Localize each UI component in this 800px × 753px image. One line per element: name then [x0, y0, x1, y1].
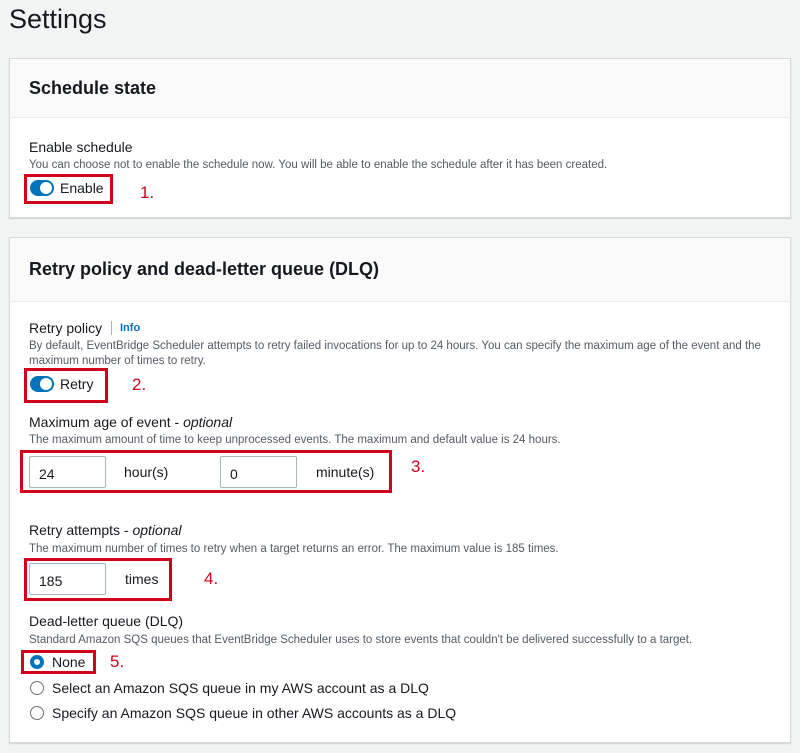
enable-schedule-label: Enable schedule — [29, 139, 133, 155]
dlq-description: Standard Amazon SQS queues that EventBri… — [29, 634, 693, 646]
retry-policy-info-link[interactable]: Info — [120, 322, 140, 334]
times-unit-label: times — [125, 571, 159, 587]
dlq-option-same-account-label[interactable]: Select an Amazon SQS queue in my AWS acc… — [52, 680, 429, 696]
annotation-marker-2: 2. — [132, 375, 147, 394]
page-title: Settings — [9, 4, 107, 34]
retry-attempts-label: Retry attempts - optional — [29, 522, 182, 538]
max-age-hours-input[interactable]: 24 — [29, 456, 106, 488]
annotation-marker-3: 3. — [411, 457, 426, 476]
dlq-option-other-account-label[interactable]: Specify an Amazon SQS queue in other AWS… — [52, 705, 456, 721]
retry-policy-header: Retry policy and dead-letter queue (DLQ) — [10, 238, 790, 302]
schedule-state-title: Schedule state — [29, 78, 157, 98]
dlq-option-same-account-radio[interactable] — [30, 681, 44, 695]
retry-policy-title: Retry policy and dead-letter queue (DLQ) — [29, 259, 380, 279]
schedule-state-header: Schedule state — [10, 59, 790, 118]
schedule-state-card: Schedule state Enable schedule You can c… — [9, 58, 791, 218]
dlq-option-other-account-radio[interactable] — [30, 706, 44, 720]
retry-attempts-label-text: Retry attempts - — [29, 522, 133, 538]
dlq-option-none-radio[interactable] — [30, 655, 44, 669]
dlq-label: Dead-letter queue (DLQ) — [29, 613, 184, 629]
annotation-marker-4: 4. — [204, 569, 219, 588]
dlq-option-none-label[interactable]: None — [52, 654, 85, 670]
annotation-marker-1: 1. — [140, 183, 155, 202]
retry-toggle[interactable] — [30, 376, 54, 392]
retry-attempts-description: The maximum number of times to retry whe… — [29, 543, 559, 555]
retry-policy-label: Retry policy — [29, 320, 103, 336]
enable-toggle-label: Enable — [60, 180, 104, 196]
minutes-unit-label: minute(s) — [316, 464, 375, 480]
max-age-minutes-input[interactable]: 0 — [220, 456, 297, 488]
max-age-description: The maximum amount of time to keep unpro… — [29, 434, 561, 446]
retry-policy-description: By default, EventBridge Scheduler attemp… — [29, 340, 761, 367]
hours-unit-label: hour(s) — [124, 464, 169, 480]
max-age-label-text: Maximum age of event - — [29, 414, 184, 430]
retry-toggle-label: Retry — [60, 376, 94, 392]
retry-attempts-input[interactable]: 185 — [29, 563, 106, 595]
annotation-marker-5: 5. — [110, 652, 125, 671]
enable-schedule-description: You can choose not to enable the schedul… — [29, 159, 608, 171]
max-age-label: Maximum age of event - optional — [29, 414, 232, 430]
retry-policy-card: Retry policy and dead-letter queue (DLQ)… — [9, 237, 791, 743]
enable-schedule-toggle[interactable] — [30, 180, 54, 196]
max-age-optional: optional — [183, 414, 233, 430]
retry-attempts-optional: optional — [132, 522, 182, 538]
info-separator — [111, 321, 112, 335]
